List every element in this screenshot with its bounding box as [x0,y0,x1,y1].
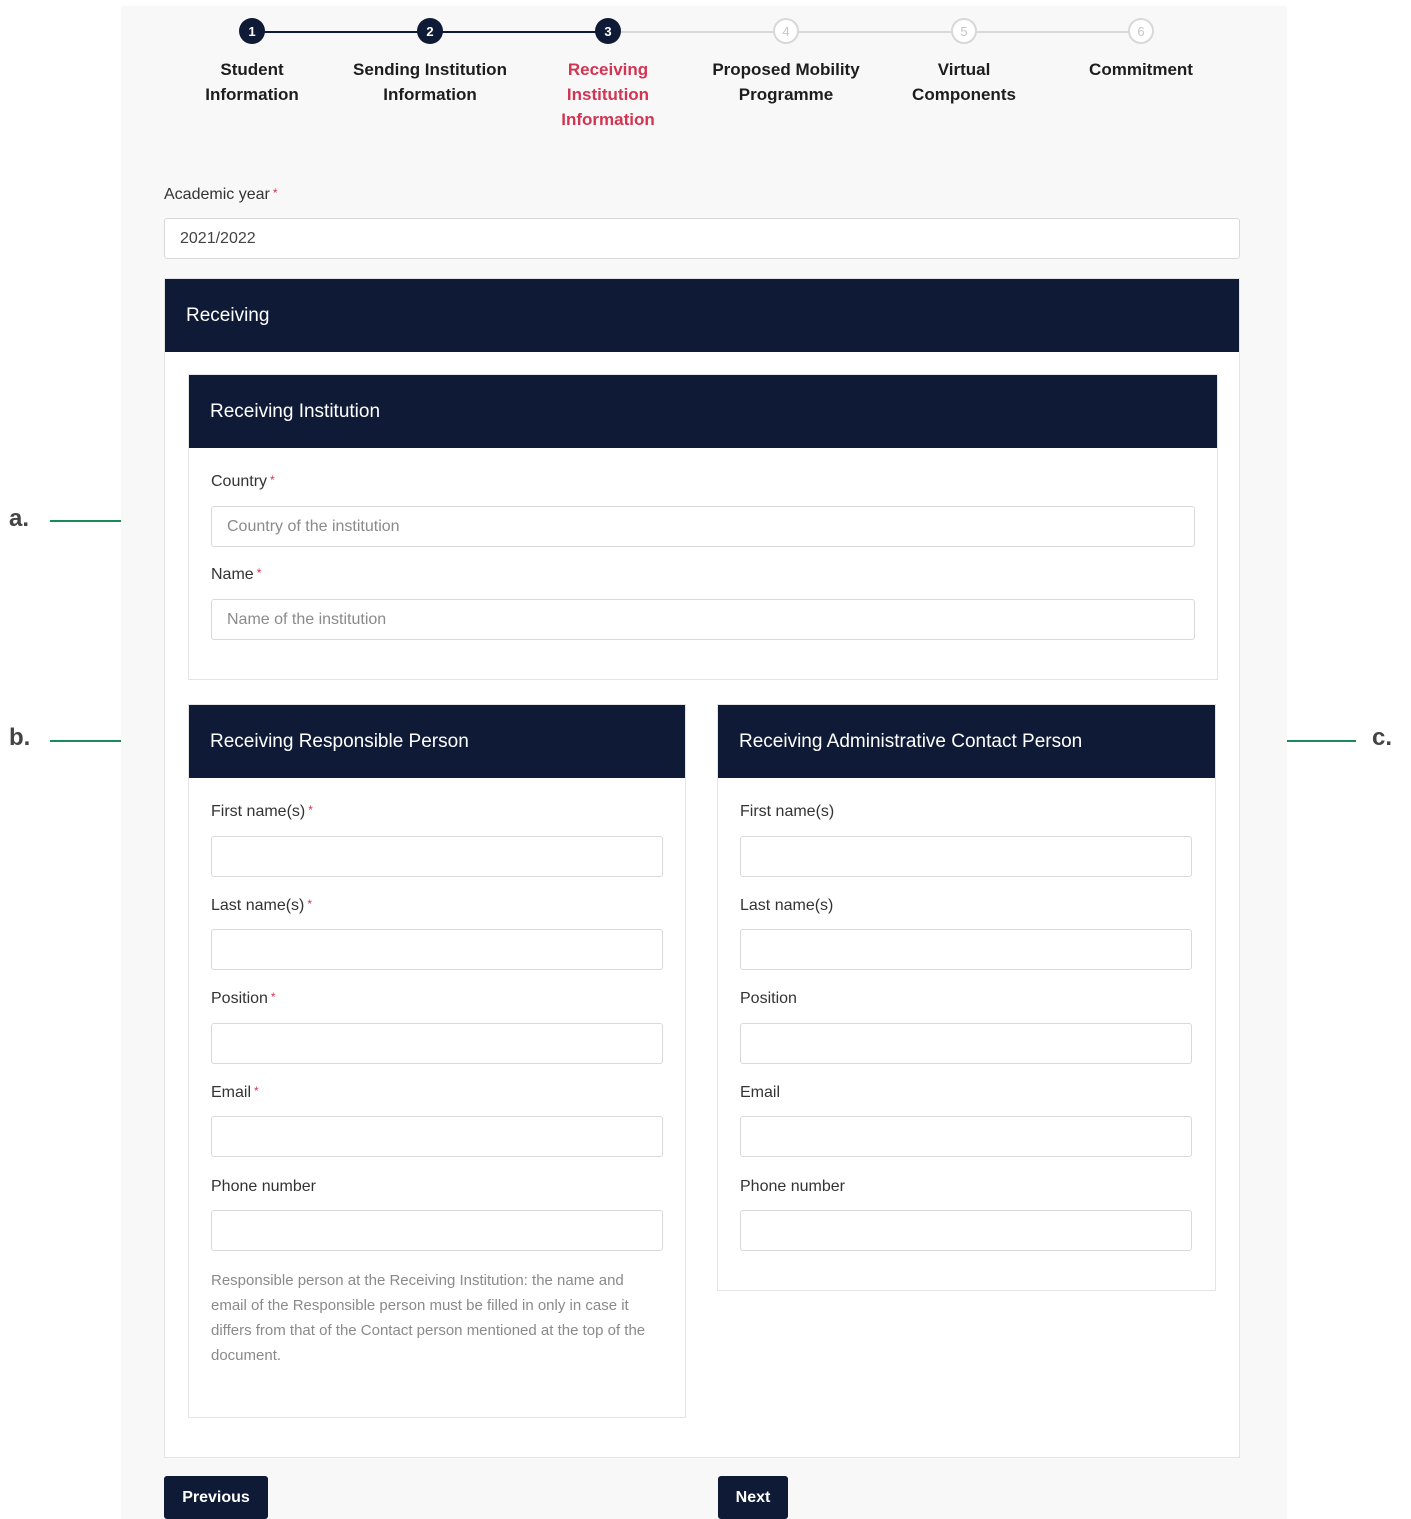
admin-contact-header: Receiving Administrative Contact Person [718,705,1215,778]
step-4-label-line1: Proposed Mobility [712,60,860,79]
step-6-circle: 6 [1128,18,1154,44]
step-1-label-line1: Student [220,60,284,79]
step-2-label-line2: Information [383,85,477,104]
annotation-a: a. [9,505,30,532]
responsible-position-input[interactable] [211,1023,663,1064]
responsible-position-label: Position * [211,990,276,1007]
admin-phone-input[interactable] [740,1210,1192,1251]
annotation-c: c. [1372,724,1393,751]
annotation-b: b. [9,724,31,751]
admin-email-input[interactable] [740,1116,1192,1157]
step-receiving-institution[interactable]: 3 Receiving Institution Information [519,18,697,132]
receiving-institution-panel: Receiving Institution Country* Name* [188,374,1218,680]
responsible-phone-input[interactable] [211,1210,663,1251]
country-label: Country * [211,473,275,490]
admin-phone-label: Phone number [740,1178,845,1195]
receiving-institution-header: Receiving Institution [189,375,1217,448]
responsible-last-name-label: Last name(s) * [211,897,313,914]
step-2-circle: 2 [417,18,443,44]
next-button[interactable]: Next [718,1476,788,1519]
responsible-email-input[interactable] [211,1116,663,1157]
responsible-help-text: Responsible person at the Receiving Inst… [211,1272,646,1364]
step-1-label-line2: Information [205,85,299,104]
step-6-label-line1: Commitment [1089,60,1193,79]
required-mark: * [270,473,275,487]
admin-first-name-input[interactable] [740,836,1192,877]
step-5-label-line1: Virtual [937,60,991,79]
responsible-email-label: Email * [211,1084,259,1101]
responsible-person-panel: Receiving Responsible Person First name(… [188,704,686,1418]
name-label: Name * [211,566,262,583]
responsible-first-name-input[interactable] [211,836,663,877]
academic-year-input[interactable] [164,218,1240,259]
step-sending-institution[interactable]: 2 Sending Institution Information [341,18,519,107]
previous-button[interactable]: Previous [164,1476,268,1519]
step-3-label-line1: Receiving [567,60,649,79]
required-mark: * [256,566,262,580]
required-mark: * [272,186,278,200]
step-3-label-line3: Information [561,110,655,129]
responsible-person-header: Receiving Responsible Person [189,705,685,778]
academic-year-label: Academic year * [164,186,278,203]
step-4-circle: 4 [773,18,799,44]
required-mark: * [308,803,313,817]
step-5-label-line2: Components [912,85,1016,104]
required-mark: * [307,897,313,911]
step-proposed-mobility[interactable]: 4 Proposed Mobility Programme [697,18,875,107]
responsible-first-name-label: First name(s) * [211,803,313,820]
required-mark: * [254,1084,259,1098]
responsible-last-name-input[interactable] [211,929,663,970]
admin-position-input[interactable] [740,1023,1192,1064]
responsible-phone-label: Phone number [211,1178,316,1195]
step-3-label-line2: Institution [566,85,650,104]
receiving-panel-header: Receiving [165,279,1239,352]
step-5-circle: 5 [951,18,977,44]
step-1-circle: 1 [239,18,265,44]
progress-stepper: 1 Student Information 2 Sending Institut… [121,6,1287,156]
institution-name-input[interactable] [211,599,1195,640]
admin-email-label: Email [740,1084,781,1101]
admin-contact-panel: Receiving Administrative Contact Person … [717,704,1216,1291]
admin-last-name-input[interactable] [740,929,1192,970]
required-mark: * [270,990,276,1004]
admin-first-name-label: First name(s) [740,803,835,820]
step-4-label-line2: Programme [738,85,834,104]
step-student-information[interactable]: 1 Student Information [163,18,341,107]
step-2-label-line1: Sending Institution [353,60,507,79]
form-page: 1 Student Information 2 Sending Institut… [121,6,1287,1519]
step-3-circle: 3 [595,18,621,44]
step-commitment[interactable]: 6 Commitment [1052,18,1230,82]
step-virtual-components[interactable]: 5 Virtual Components [875,18,1053,107]
admin-last-name-label: Last name(s) [740,897,834,914]
admin-position-label: Position [740,990,797,1007]
country-input[interactable] [211,506,1195,547]
